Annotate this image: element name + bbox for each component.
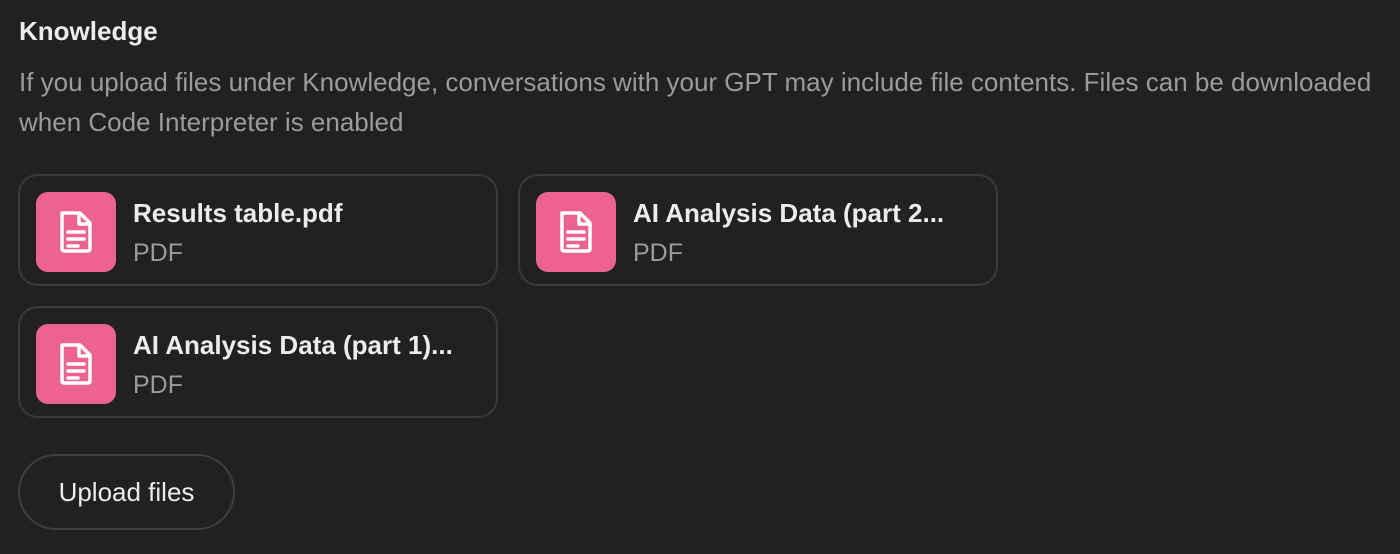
knowledge-title: Knowledge xyxy=(19,16,158,46)
upload-files-button[interactable]: Upload files xyxy=(18,454,235,530)
document-icon xyxy=(36,192,116,272)
file-type: PDF xyxy=(633,239,683,267)
file-name: Results table.pdf xyxy=(133,198,343,228)
file-type: PDF xyxy=(133,239,183,267)
file-card-ai-analysis-part-2[interactable]: AI Analysis Data (part 2... PDF xyxy=(518,174,998,286)
file-card-results-table[interactable]: Results table.pdf PDF xyxy=(18,174,498,286)
knowledge-section: Knowledge If you upload files under Know… xyxy=(0,0,1400,554)
file-type: PDF xyxy=(133,371,183,399)
document-icon xyxy=(36,324,116,404)
document-icon xyxy=(536,192,616,272)
file-name: AI Analysis Data (part 2... xyxy=(633,198,945,228)
knowledge-description: If you upload files under Knowledge, con… xyxy=(19,67,1372,137)
file-card-ai-analysis-part-1[interactable]: AI Analysis Data (part 1)... PDF xyxy=(18,306,498,418)
file-name: AI Analysis Data (part 1)... xyxy=(133,330,453,360)
